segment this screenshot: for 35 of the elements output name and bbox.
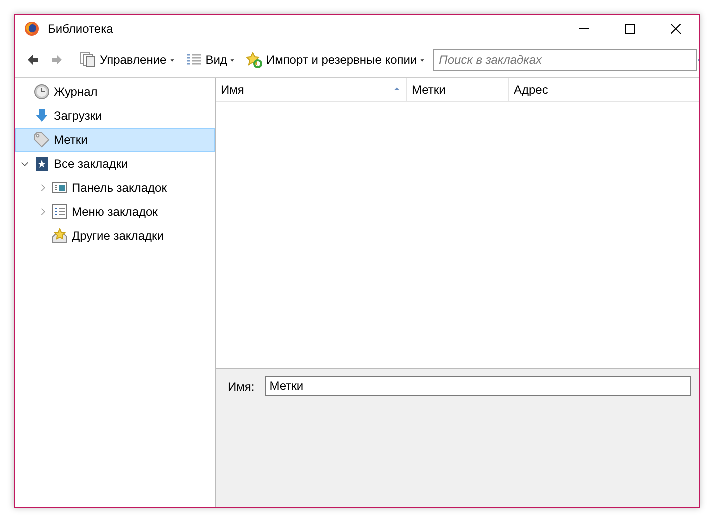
maximize-icon [625,24,635,34]
sidebar-item[interactable]: Другие закладки [15,224,215,248]
list-icon [186,52,202,68]
column-header[interactable]: Метки [407,78,509,101]
browser-logo-icon [24,21,40,37]
tag-icon [34,132,50,148]
menu-list-icon [52,204,68,220]
menu-button[interactable]: Вид [180,50,242,70]
menu-button[interactable]: Импорт и резервные копии [241,50,432,70]
down-arrow-icon [34,108,50,124]
toolbar-icon [52,180,68,196]
back-arrow-icon [27,54,39,66]
sidebar-item[interactable]: Загрузки [15,104,215,128]
sidebar-item[interactable]: Журнал [15,80,215,104]
caret-icon [419,56,426,64]
sidebar-item[interactable]: Меню закладок [15,200,215,224]
sidebar-item[interactable]: Все закладки [15,152,215,176]
close-icon [671,24,681,34]
name-label: Имя: [228,380,255,394]
bookmark-book-icon [34,156,50,172]
forward-arrow-icon [51,54,63,66]
search-field[interactable]: Поиск в закладках [433,49,697,71]
folder-star-icon [52,228,68,244]
column-header[interactable]: Имя [216,78,407,101]
clock-icon [34,84,50,100]
sidebar-item[interactable]: Панель закладок [15,176,215,200]
caret-icon [229,56,236,64]
documents-icon [80,52,96,68]
window-title: Библиотека [48,22,114,36]
column-header[interactable]: Адрес [509,78,699,101]
menu-button[interactable]: Управление [75,50,181,70]
sidebar-item[interactable]: Метки [15,128,215,152]
name-field[interactable]: Метки [264,376,691,396]
caret-icon [168,56,176,64]
star-refresh-icon [246,52,262,68]
